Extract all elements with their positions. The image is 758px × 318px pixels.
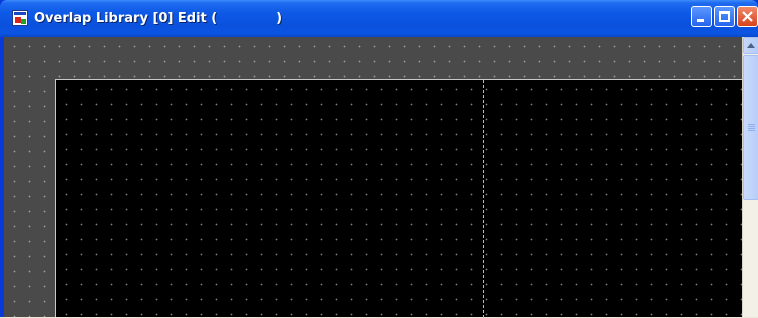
close-button[interactable]	[737, 6, 758, 27]
app-icon-bar	[14, 12, 26, 15]
vertical-scrollbar[interactable]	[742, 37, 758, 317]
scroll-up-arrow-icon	[747, 43, 755, 48]
minimize-icon	[697, 19, 704, 22]
canvas-guide-line	[483, 80, 484, 318]
window-title: Overlap Library [0] Edit ( )	[34, 11, 283, 26]
edit-canvas[interactable]	[55, 79, 742, 318]
title-bar[interactable]: Overlap Library [0] Edit ( )	[0, 0, 758, 37]
overlap-library-edit-window: Overlap Library [0] Edit ( )	[0, 0, 758, 318]
app-icon[interactable]	[12, 10, 28, 26]
maximize-icon	[719, 11, 730, 22]
app-icon-green-shape	[21, 19, 26, 24]
close-icon	[742, 11, 753, 22]
scroll-thumb-grip	[748, 124, 755, 132]
scroll-up-button[interactable]	[743, 37, 758, 54]
maximize-button[interactable]	[714, 6, 735, 27]
scroll-thumb[interactable]	[743, 55, 758, 200]
minimize-button[interactable]	[691, 6, 712, 27]
workspace-area[interactable]	[4, 37, 758, 318]
